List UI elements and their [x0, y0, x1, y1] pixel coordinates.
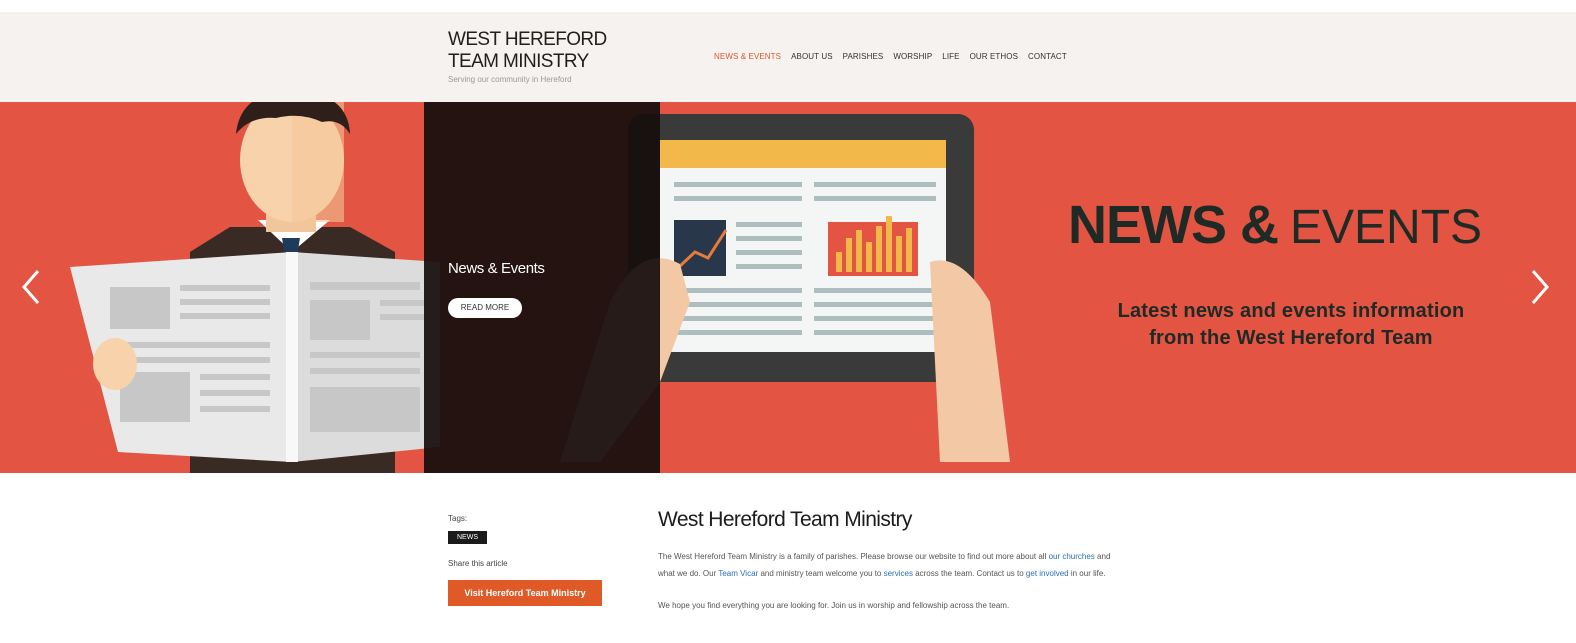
main-nav: NEWS & EVENTS ABOUT US PARISHES WORSHIP … [714, 52, 1067, 61]
link-our-churches[interactable]: our churches [1049, 552, 1095, 561]
nav-our-ethos[interactable]: OUR ETHOS [970, 52, 1018, 61]
newspaper-reader-illustration [70, 102, 440, 473]
slide-caption-title: News & Events [448, 260, 545, 277]
link-get-involved[interactable]: get involved [1026, 569, 1069, 578]
hero-subline-1: Latest news and events information [1117, 300, 1465, 322]
hero-headline-light: EVENTS [1290, 201, 1483, 254]
nav-life[interactable]: LIFE [942, 52, 959, 61]
nav-about-us[interactable]: ABOUT US [791, 52, 833, 61]
page-title: West Hereford Team Ministry [658, 508, 912, 531]
main-content: West Hereford Team Ministry The West Her… [658, 508, 1120, 614]
nav-contact[interactable]: CONTACT [1028, 52, 1067, 61]
chevron-left-icon[interactable] [20, 267, 44, 307]
hero-subheadline: Latest news and events information from … [1056, 298, 1526, 352]
sidebar-tags-label: Tags: [448, 514, 468, 523]
sidebar-share-label: Share this article [448, 559, 508, 568]
intro-text-4: across the team. Contact us to [915, 569, 1024, 578]
link-team-vicar[interactable]: Team Vicar [718, 569, 758, 578]
intro-text-3: and ministry team welcome you to [760, 569, 882, 578]
nav-parishes[interactable]: PARISHES [843, 52, 884, 61]
intro-text-5: in our life. [1070, 569, 1106, 578]
intro-paragraph: The West Hereford Team Ministry is a fam… [658, 548, 1120, 582]
site-header: WEST HEREFORD TEAM MINISTRY Serving our … [0, 12, 1576, 102]
slide-caption-panel: News & Events READ MORE [424, 102, 660, 473]
sidebar: Tags: NEWS Share this article Visit Here… [448, 514, 608, 606]
hero-headline-bold: NEWS & [1068, 195, 1279, 255]
hero-subline-2: from the West Hereford Team [1149, 327, 1433, 349]
nav-worship[interactable]: WORSHIP [893, 52, 932, 61]
chevron-right-icon[interactable] [1527, 267, 1551, 307]
page: WEST HEREFORD TEAM MINISTRY Serving our … [0, 0, 1576, 643]
logo-line-1: WEST HEREFORD [448, 29, 607, 50]
visit-ministry-button[interactable]: Visit Hereford Team Ministry [448, 580, 602, 606]
nav-news-events[interactable]: NEWS & EVENTS [714, 52, 781, 61]
read-more-button[interactable]: READ MORE [448, 298, 522, 318]
site-logo[interactable]: WEST HEREFORD TEAM MINISTRY Serving our … [448, 29, 618, 84]
logo-line-2: TEAM MINISTRY [448, 51, 589, 72]
logo-tagline: Serving our community in Hereford [448, 75, 572, 84]
hero-illustration [70, 102, 1010, 473]
top-strip [0, 0, 1576, 12]
second-paragraph: We hope you find everything you are look… [658, 601, 1010, 610]
hero-slider: News & Events READ MORE NEWS & EVENTS Lat… [0, 102, 1576, 473]
intro-text-1: The West Hereford Team Ministry is a fam… [658, 552, 1047, 561]
link-services[interactable]: services [884, 569, 913, 578]
tag-badge[interactable]: NEWS [448, 531, 487, 544]
hero-headline: NEWS & EVENTS [1068, 194, 1508, 256]
